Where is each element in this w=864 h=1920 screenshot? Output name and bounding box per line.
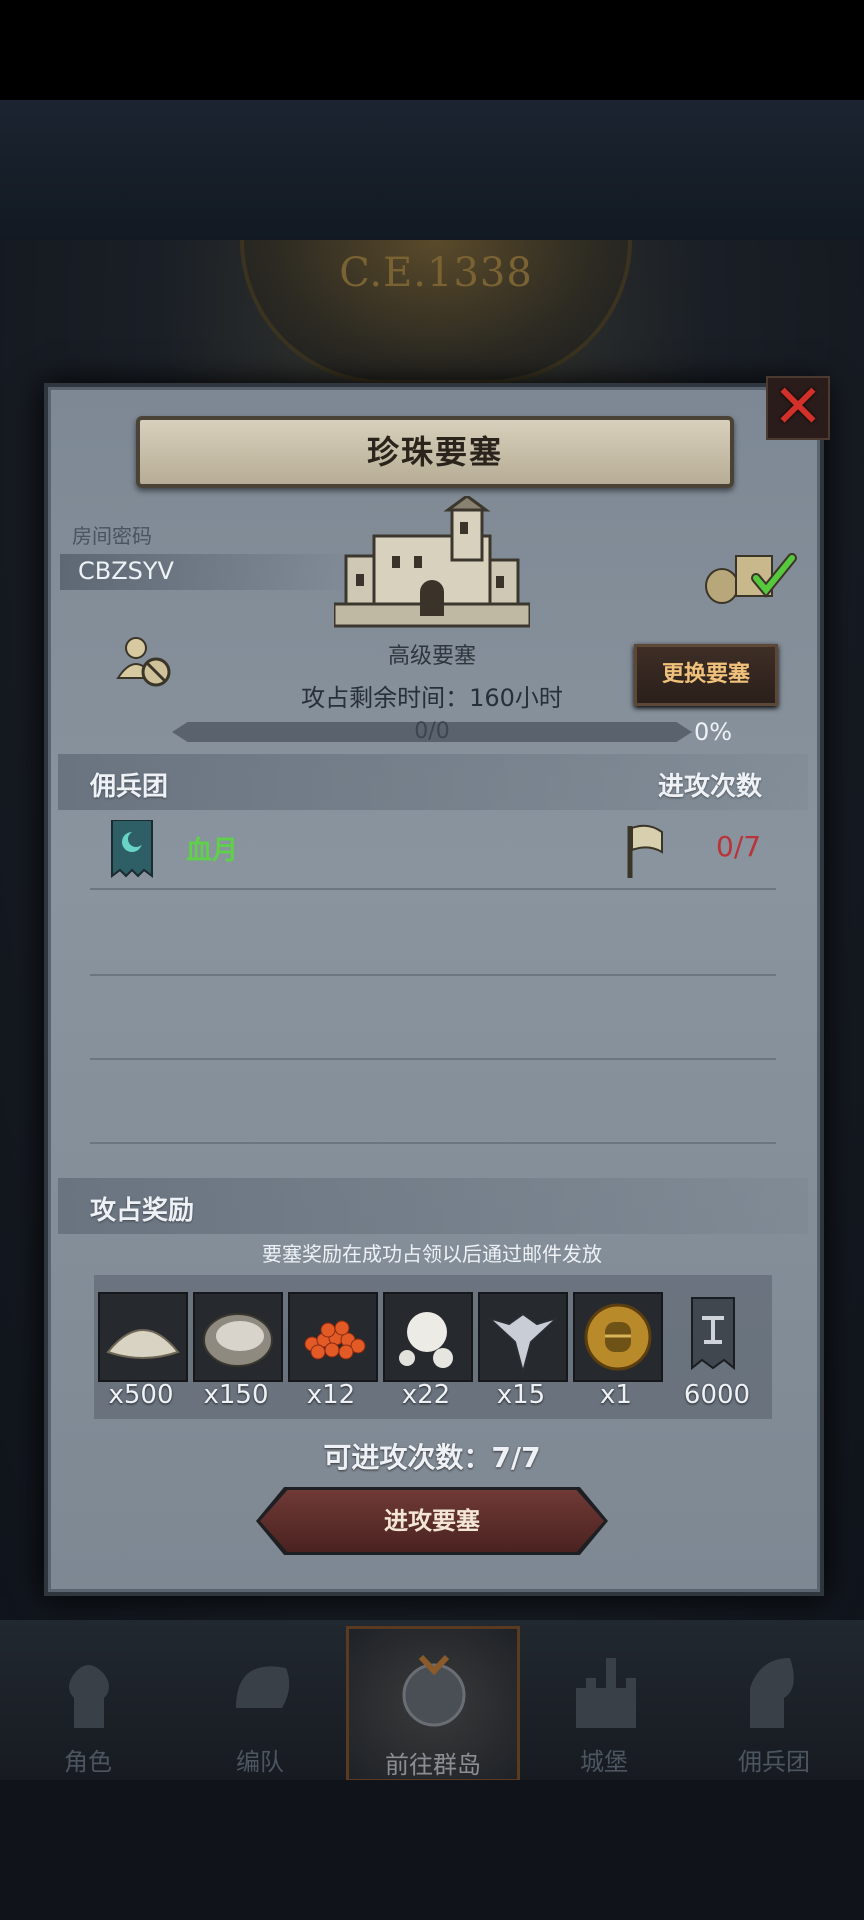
blood-moon-banner-icon [111, 820, 153, 878]
attack-flag-icon [627, 824, 663, 878]
close-icon: ✕ [772, 372, 824, 442]
attack-fort-label: 进攻要塞 [384, 1507, 480, 1535]
change-fort-label: 更换要塞 [661, 662, 750, 687]
room-code: CBZSYV [78, 557, 174, 585]
mercenary-attack-count: 0/7 [716, 830, 762, 863]
banner-icon [691, 1297, 735, 1371]
fortress-icon [334, 496, 530, 628]
reward-qty: x12 [306, 1380, 356, 1410]
nav-label: 城堡 [580, 1748, 628, 1776]
oyster-icon [203, 1313, 273, 1367]
flour-pile-icon [106, 1329, 180, 1359]
capture-progress-text: 0/0 [414, 719, 450, 744]
nav-item-mercenary[interactable]: 佣兵团 [690, 1626, 858, 1776]
attacks-remaining: 可进攻次数：7/7 [323, 1441, 541, 1474]
background-top [0, 100, 864, 240]
empty-mercenary-row [90, 1058, 776, 1144]
reward-item[interactable] [478, 1292, 568, 1382]
reward-qty: x22 [401, 1380, 451, 1410]
nav-item-castle[interactable]: 城堡 [520, 1626, 688, 1776]
dialog-title-bar: 珍珠要塞 [136, 416, 734, 488]
nav-item-islands[interactable]: 前往群岛 [346, 1626, 520, 1782]
reward-item[interactable] [383, 1292, 473, 1382]
change-fort-button[interactable]: 更换要塞 [634, 644, 778, 706]
roe-icon [304, 1320, 366, 1360]
reward-item[interactable] [573, 1292, 663, 1382]
mercenary-header: 佣兵团 [90, 772, 169, 802]
empty-mercenary-row [90, 888, 776, 976]
nav-label: 佣兵团 [738, 1748, 810, 1776]
supply-check-icon[interactable] [700, 548, 800, 606]
castle-icon [576, 1658, 636, 1728]
close-button[interactable]: ✕ [766, 372, 830, 442]
nav-label: 角色 [64, 1748, 112, 1776]
nav-item-character[interactable]: 角色 [4, 1626, 172, 1776]
nav-item-formation[interactable]: 编队 [176, 1626, 344, 1776]
island-map-icon [402, 1654, 466, 1727]
empty-mercenary-row [90, 974, 776, 1060]
nav-label: 编队 [236, 1748, 284, 1776]
capture-timer: 攻占剩余时间：160小时 [301, 684, 563, 712]
room-code-label: 房间密码 [72, 524, 152, 548]
reward-item[interactable] [668, 1292, 758, 1382]
attack-fort-button[interactable]: 进攻要塞 [260, 1490, 604, 1552]
reward-item[interactable] [288, 1292, 378, 1382]
winged-emblem-icon [488, 1312, 558, 1376]
era-label: C.E.1338 [339, 250, 533, 296]
no-user-icon [116, 637, 171, 687]
helmet-coin-icon [584, 1303, 652, 1371]
rewards-header: 攻占奖励 [90, 1196, 195, 1226]
reward-qty: x500 [108, 1380, 174, 1410]
room-code-bar: CBZSYV [60, 554, 360, 590]
rewards-note: 要塞奖励在成功占领以后通过邮件发放 [262, 1242, 602, 1266]
helmet-icon [236, 1666, 290, 1708]
pearl-icon [399, 1312, 453, 1368]
status-bar [0, 0, 864, 100]
reward-qty: x150 [203, 1380, 269, 1410]
mercenary-name: 血月 [186, 836, 239, 866]
reward-item[interactable] [98, 1292, 188, 1382]
bottom-area [0, 1780, 864, 1920]
capture-progress-percent: 0% [694, 718, 733, 746]
nav-label: 前往群岛 [385, 1751, 481, 1779]
mercenary-icon [750, 1658, 794, 1728]
fort-type-label: 高级要塞 [387, 644, 476, 669]
reward-qty: 6000 [683, 1380, 751, 1410]
reward-qty: x1 [600, 1380, 632, 1410]
attack-count-header: 进攻次数 [658, 772, 763, 802]
knight-icon [69, 1665, 109, 1728]
dialog-title: 珍珠要塞 [366, 433, 503, 471]
reward-item[interactable] [193, 1292, 283, 1382]
reward-qty: x15 [496, 1380, 546, 1410]
